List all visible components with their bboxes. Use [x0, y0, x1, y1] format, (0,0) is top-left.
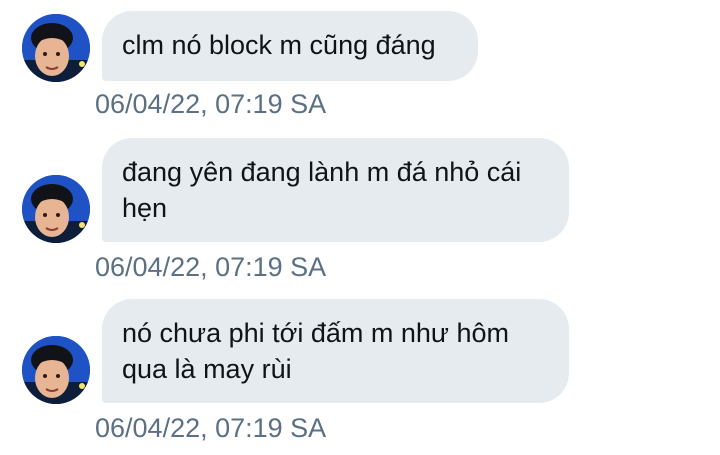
user-avatar-icon: [22, 336, 90, 404]
chat-thread: clm nó block m cũng đáng 06/04/22, 07:19…: [0, 0, 720, 455]
message-bubble[interactable]: clm nó block m cũng đáng: [102, 11, 478, 81]
message-timestamp: 06/04/22, 07:19 SA: [95, 252, 327, 282]
message-bubble[interactable]: đang yên đang lành m đá nhỏ cái hẹn: [102, 138, 569, 242]
avatar[interactable]: [22, 175, 90, 243]
avatar[interactable]: [22, 14, 90, 82]
user-avatar-icon: [22, 14, 90, 82]
user-avatar-icon: [22, 175, 90, 243]
message-text: nó chưa phi tới đấm m như hôm qua là may…: [122, 318, 510, 384]
message-text: đang yên đang lành m đá nhỏ cái hẹn: [122, 157, 522, 223]
message-timestamp: 06/04/22, 07:19 SA: [95, 413, 327, 443]
message-bubble[interactable]: nó chưa phi tới đấm m như hôm qua là may…: [102, 299, 569, 403]
avatar[interactable]: [22, 336, 90, 404]
message-timestamp: 06/04/22, 07:19 SA: [95, 89, 327, 119]
message-text: clm nó block m cũng đáng: [122, 30, 436, 60]
